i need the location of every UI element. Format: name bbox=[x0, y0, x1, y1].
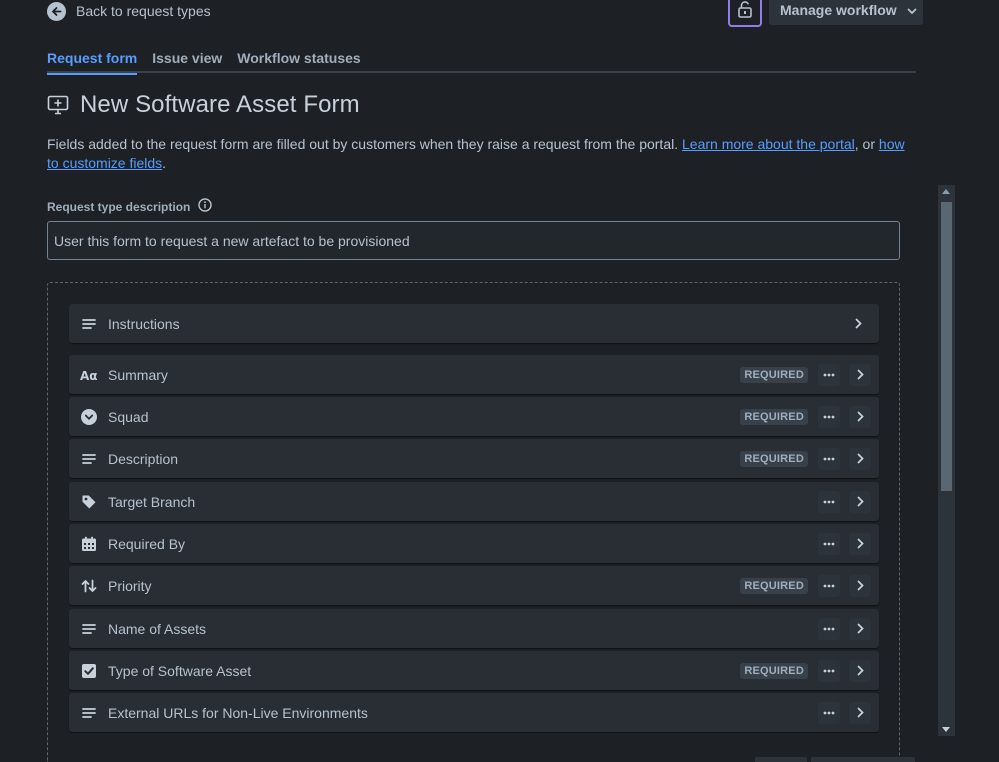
chevron-right-icon[interactable] bbox=[849, 532, 871, 555]
field-label: External URLs for Non-Live Environments bbox=[108, 704, 368, 721]
vertical-scrollbar[interactable] bbox=[938, 185, 955, 736]
scroll-down-arrow-icon[interactable] bbox=[942, 727, 950, 732]
tab-workflow-statuses[interactable]: Workflow statuses bbox=[237, 48, 360, 73]
field-label: Name of Assets bbox=[108, 620, 207, 637]
chevron-down-icon bbox=[907, 2, 917, 18]
field-row-description[interactable]: Description REQUIRED bbox=[69, 439, 879, 478]
tab-issue-view[interactable]: Issue view bbox=[152, 48, 222, 73]
required-badge: REQUIRED bbox=[740, 662, 808, 679]
dropdown-circle-icon bbox=[80, 408, 98, 426]
footer-button-partial[interactable] bbox=[755, 757, 807, 762]
svg-text:Aα: Aα bbox=[80, 369, 98, 381]
monitor-add-icon bbox=[47, 94, 69, 116]
priority-arrows-icon bbox=[80, 577, 98, 595]
field-label: Priority bbox=[108, 577, 152, 594]
more-options-icon[interactable] bbox=[818, 574, 840, 597]
field-label: Target Branch bbox=[108, 493, 196, 510]
field-label: Type of Software Asset bbox=[108, 662, 252, 679]
back-to-request-types-link[interactable]: Back to request types bbox=[47, 0, 211, 22]
tab-bar: Request form Issue view Workflow statuse… bbox=[47, 48, 916, 75]
intro-text-body: Fields added to the request form are fil… bbox=[47, 136, 682, 152]
field-label: Summary bbox=[108, 366, 168, 383]
back-link-label: Back to request types bbox=[76, 3, 211, 19]
learn-more-portal-link[interactable]: Learn more about the portal bbox=[682, 136, 855, 152]
text-lines-icon bbox=[80, 450, 98, 468]
required-badge: REQUIRED bbox=[740, 450, 808, 467]
field-row-type-of-software-asset[interactable]: Type of Software Asset REQUIRED bbox=[69, 651, 879, 690]
request-type-description-input[interactable] bbox=[47, 221, 900, 260]
info-icon[interactable] bbox=[198, 198, 213, 215]
text-format-icon: Aα bbox=[80, 366, 98, 384]
more-options-icon[interactable] bbox=[818, 659, 840, 682]
more-options-icon[interactable] bbox=[818, 405, 840, 428]
field-row-required-by[interactable]: Required By bbox=[69, 524, 879, 563]
field-row-target-branch[interactable]: Target Branch bbox=[69, 482, 879, 521]
chevron-right-icon[interactable] bbox=[849, 490, 871, 513]
instructions-row[interactable]: Instructions bbox=[69, 304, 879, 343]
required-badge: REQUIRED bbox=[740, 577, 808, 594]
intro-text: Fields added to the request form are fil… bbox=[47, 135, 917, 173]
intro-text-end: . bbox=[162, 155, 167, 171]
required-badge: REQUIRED bbox=[740, 366, 808, 383]
manage-workflow-label: Manage workflow bbox=[780, 1, 897, 18]
chevron-right-icon[interactable] bbox=[849, 574, 871, 597]
field-label: Description bbox=[108, 450, 179, 467]
field-label: Required By bbox=[108, 535, 186, 552]
description-label: Request type description bbox=[47, 199, 191, 214]
chevron-right-icon[interactable] bbox=[849, 363, 871, 386]
field-row-external-urls[interactable]: External URLs for Non-Live Environments bbox=[69, 693, 879, 732]
more-options-icon[interactable] bbox=[818, 701, 840, 724]
calendar-icon bbox=[80, 535, 98, 553]
more-options-icon[interactable] bbox=[818, 447, 840, 470]
instructions-label: Instructions bbox=[108, 315, 180, 332]
chevron-right-icon[interactable] bbox=[849, 701, 871, 724]
checkbox-icon bbox=[80, 662, 98, 680]
unlock-button[interactable] bbox=[728, 0, 762, 27]
field-row-squad[interactable]: Squad REQUIRED bbox=[69, 397, 879, 436]
scroll-up-arrow-icon[interactable] bbox=[942, 189, 950, 194]
footer-button-partial[interactable] bbox=[811, 757, 915, 762]
text-lines-icon bbox=[80, 704, 98, 722]
form-fields-dropzone: Instructions Aα Summary REQUIRED Squad R… bbox=[47, 282, 900, 762]
arrow-left-circle-icon bbox=[47, 1, 66, 21]
chevron-right-icon[interactable] bbox=[849, 405, 871, 428]
chevron-right-icon[interactable] bbox=[849, 447, 871, 470]
field-row-priority[interactable]: Priority REQUIRED bbox=[69, 566, 879, 605]
field-label: Squad bbox=[108, 408, 149, 425]
more-options-icon[interactable] bbox=[818, 617, 840, 640]
more-options-icon[interactable] bbox=[818, 532, 840, 555]
tag-icon bbox=[80, 493, 98, 511]
scrollbar-thumb[interactable] bbox=[941, 202, 952, 491]
field-row-summary[interactable]: Aα Summary REQUIRED bbox=[69, 355, 879, 394]
field-row-name-of-assets[interactable]: Name of Assets bbox=[69, 609, 879, 648]
tab-request-form[interactable]: Request form bbox=[47, 48, 138, 75]
manage-workflow-button[interactable]: Manage workflow bbox=[769, 0, 923, 25]
chevron-right-icon[interactable] bbox=[847, 313, 869, 335]
more-options-icon[interactable] bbox=[818, 490, 840, 513]
required-badge: REQUIRED bbox=[740, 408, 808, 425]
chevron-right-icon[interactable] bbox=[849, 659, 871, 682]
unlock-icon bbox=[738, 0, 752, 21]
page-header: New Software Asset Form bbox=[47, 91, 360, 119]
more-options-icon[interactable] bbox=[818, 363, 840, 386]
description-label-row: Request type description bbox=[47, 198, 213, 215]
intro-text-mid: , or bbox=[854, 136, 879, 152]
text-lines-icon bbox=[80, 315, 98, 333]
chevron-right-icon[interactable] bbox=[849, 617, 871, 640]
page-title: New Software Asset Form bbox=[80, 91, 360, 118]
text-lines-icon bbox=[80, 620, 98, 638]
